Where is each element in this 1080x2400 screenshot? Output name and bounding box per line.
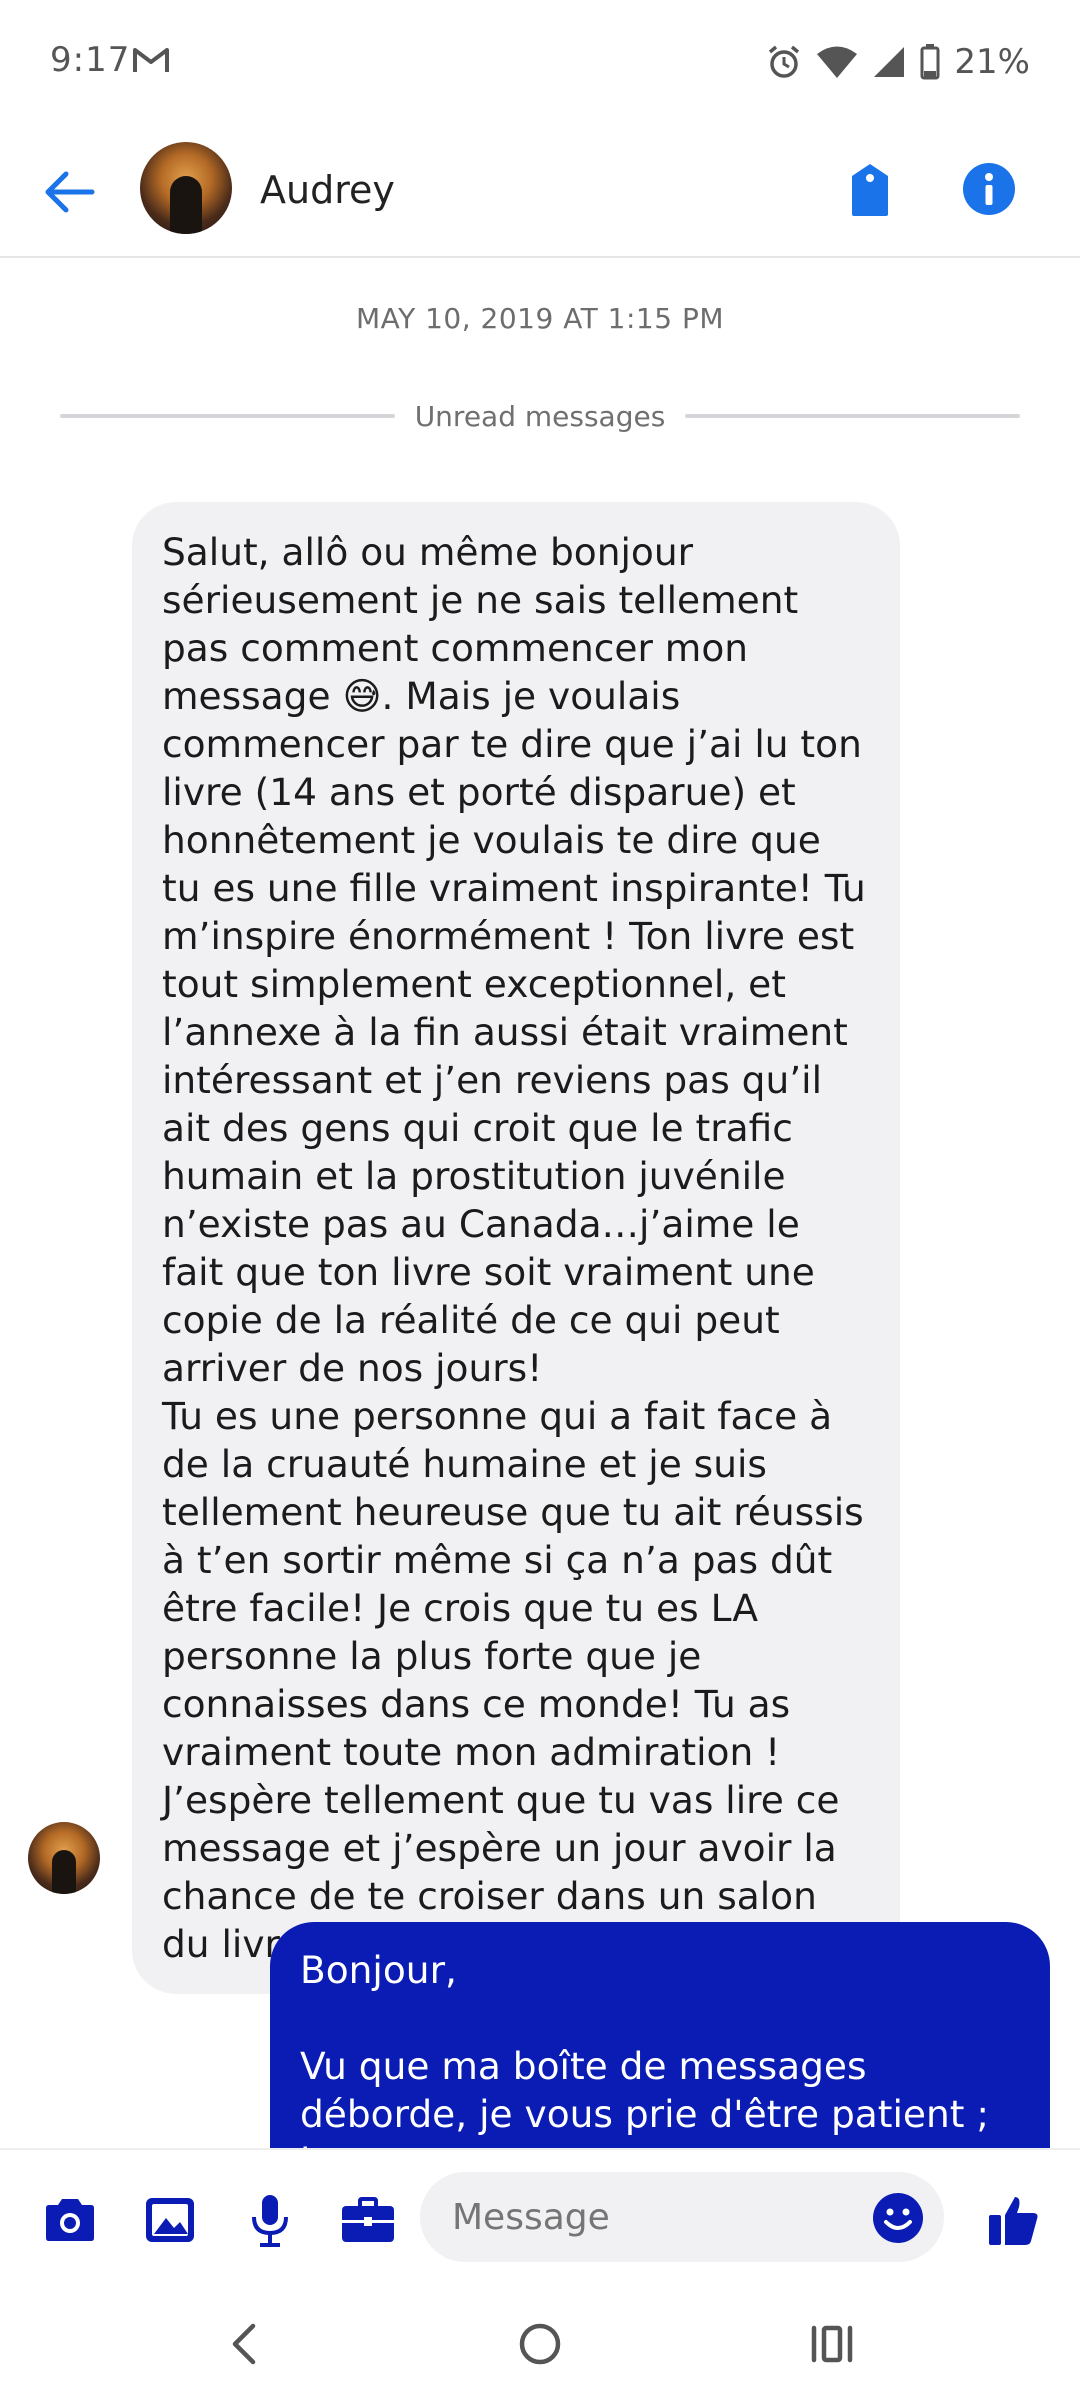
divider-line-left: [60, 414, 395, 418]
image-icon: [146, 2198, 194, 2242]
nav-home-icon: [519, 2323, 561, 2365]
nav-recents-button[interactable]: [800, 2312, 864, 2376]
nav-home-button[interactable]: [508, 2312, 572, 2376]
gallery-button[interactable]: [142, 2192, 198, 2248]
more-button[interactable]: [340, 2192, 396, 2248]
microphone-icon: [252, 2195, 288, 2247]
back-arrow-icon[interactable]: [40, 164, 100, 220]
contact-avatar[interactable]: [140, 142, 232, 234]
nav-back-icon: [232, 2323, 256, 2365]
message-composer: [0, 2148, 1080, 2290]
system-navigation-bar: [0, 2288, 1080, 2400]
message-input[interactable]: [450, 2195, 854, 2239]
thumbs-up-icon: [989, 2197, 1038, 2245]
tag-icon[interactable]: [846, 162, 894, 218]
alarm-icon: [769, 45, 800, 78]
status-time: 9:17: [50, 40, 131, 80]
info-icon[interactable]: [962, 162, 1016, 216]
voice-button[interactable]: [242, 2192, 298, 2248]
like-button[interactable]: [986, 2192, 1042, 2248]
wifi-icon: [817, 46, 858, 78]
camera-button[interactable]: [42, 2192, 98, 2248]
contact-name[interactable]: Audrey: [260, 168, 395, 212]
briefcase-icon: [342, 2197, 394, 2242]
signal-icon: [874, 47, 905, 77]
status-bar: 9:17 21%: [0, 0, 1080, 128]
nav-recents-icon: [811, 2325, 853, 2363]
sender-avatar[interactable]: [28, 1822, 100, 1894]
unread-divider: Unread messages: [60, 396, 1020, 436]
conversation-header: Audrey: [0, 128, 1080, 258]
camera-icon: [46, 2199, 94, 2241]
unread-label: Unread messages: [414, 399, 666, 433]
nav-back-button[interactable]: [212, 2312, 276, 2376]
outgoing-message-bubble[interactable]: Bonjour, Vu que ma boîte de messages déb…: [270, 1922, 1050, 2182]
battery-percent: 21%: [954, 42, 1030, 82]
status-icons: 21%: [766, 40, 1030, 84]
battery-icon: [920, 44, 940, 80]
gmail-icon: [133, 48, 169, 72]
incoming-message-bubble[interactable]: Salut, allô ou même bonjour sérieusement…: [132, 502, 900, 1994]
divider-line-right: [685, 414, 1020, 418]
message-input-container[interactable]: [420, 2172, 944, 2262]
emoji-icon[interactable]: [872, 2192, 924, 2244]
message-timestamp: MAY 10, 2019 AT 1:15 PM: [355, 302, 725, 335]
